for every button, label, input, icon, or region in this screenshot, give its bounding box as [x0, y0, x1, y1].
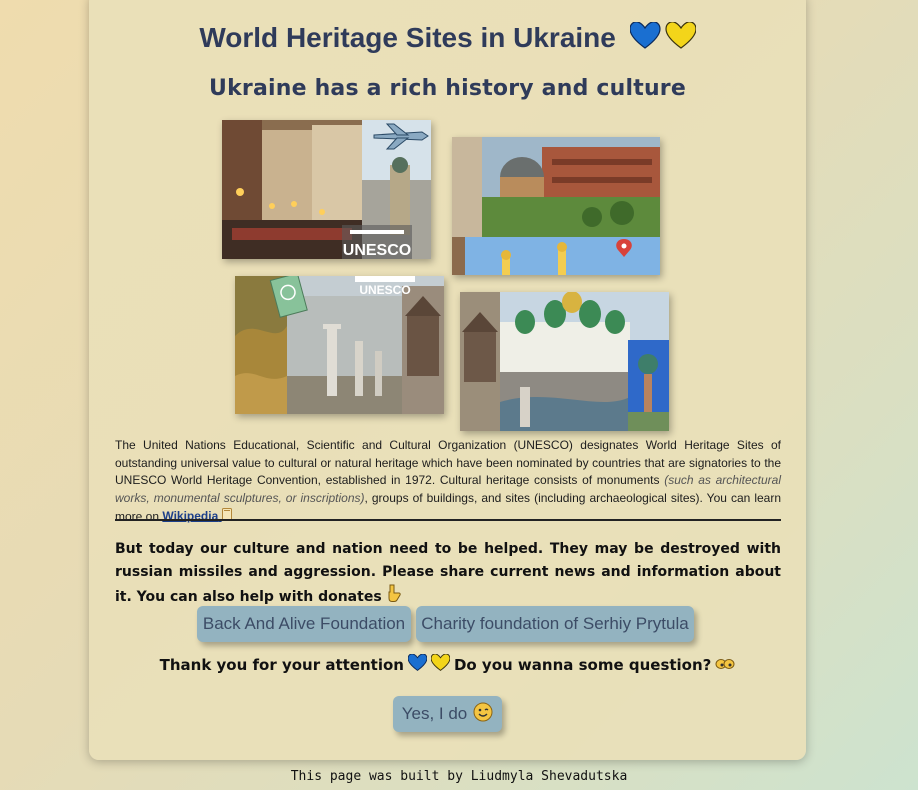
- main-card: World Heritage Sites in Ukraine Ukraine …: [89, 0, 806, 760]
- question-prompt-text: Do you wanna some question?: [453, 655, 712, 674]
- kyiv-saint-sophia-image: [460, 292, 669, 431]
- thanks-text: Thank you for your attention: [159, 655, 404, 674]
- yellow-heart-icon: [665, 21, 697, 49]
- ukraine-hearts: [629, 21, 697, 57]
- wikipedia-link-label: Wikipedia: [162, 509, 219, 524]
- smiling-face-icon: [473, 702, 493, 727]
- unesco-watermark: UNESCO: [343, 242, 411, 259]
- back-and-alive-button[interactable]: Back And Alive Foundation: [197, 606, 411, 642]
- blue-heart-icon: [629, 21, 661, 49]
- page-title-text: World Heritage Sites in Ukraine: [199, 22, 616, 53]
- chernivtsi-residence-image: [452, 137, 660, 275]
- wikipedia-link[interactable]: Wikipedia: [162, 507, 232, 524]
- prytula-foundation-button[interactable]: Charity foundation of Serhiy Prytula: [416, 606, 694, 642]
- page-subtitle: Ukraine has a rich history and culture: [209, 76, 686, 101]
- page-title: World Heritage Sites in Ukraine: [89, 21, 806, 57]
- yellow-heart-icon: [430, 653, 451, 675]
- prytula-foundation-label: Charity foundation of Serhiy Prytula: [421, 614, 689, 633]
- unesco-description: The United Nations Educational, Scientif…: [115, 437, 781, 527]
- eyes-icon: [715, 656, 735, 674]
- section-divider: [115, 519, 781, 521]
- yes-question-button[interactable]: Yes, I do: [393, 696, 502, 732]
- lviv-old-town-image: UNESCO: [222, 120, 431, 259]
- thanks-line: Thank you for your attention Do you wann…: [89, 653, 806, 675]
- back-and-alive-label: Back And Alive Foundation: [202, 614, 406, 633]
- page-footer: This page was built by Liudmyla Shevadut…: [290, 769, 628, 784]
- help-text: But today our culture and nation need to…: [115, 541, 781, 605]
- help-call-text: But today our culture and nation need to…: [115, 538, 781, 610]
- blue-heart-icon: [407, 653, 428, 675]
- yes-question-label: Yes, I do: [401, 704, 468, 723]
- book-icon: [221, 507, 232, 527]
- chersonesus-image: UNESCO: [235, 276, 444, 414]
- unesco-watermark: UNESCO: [359, 283, 410, 297]
